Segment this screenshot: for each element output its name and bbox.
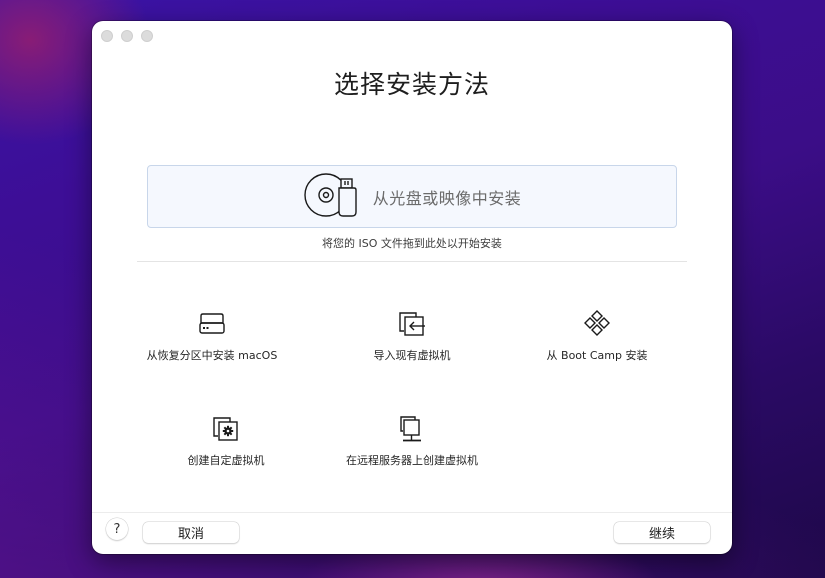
option-label: 创建自定虚拟机 (187, 454, 265, 467)
option-label: 从 Boot Camp 安装 (546, 349, 648, 362)
option-label: 在远程服务器上创建虚拟机 (346, 454, 478, 467)
drop-zone-label: 从光盘或映像中安装 (372, 188, 522, 208)
page-title: 选择安装方法 (333, 70, 490, 99)
bootcamp-icon (580, 307, 614, 341)
option-create-custom-vm[interactable]: 创建自定虚拟机 (126, 412, 326, 468)
option-install-from-recovery[interactable]: 从恢复分区中安装 macOS (112, 307, 312, 363)
install-method-window: 选择安装方法 从光盘或映像中安装 将您的 ISO 文件拖到此处以开始安装 从恢复… (92, 21, 732, 554)
disc-usb-icon (303, 170, 363, 224)
option-label: 导入现有虚拟机 (373, 349, 451, 362)
minimize-window-button[interactable] (121, 30, 133, 42)
import-icon (395, 307, 429, 341)
custom-vm-icon (209, 412, 243, 446)
option-import-existing-vm[interactable]: 导入现有虚拟机 (312, 307, 512, 363)
window-controls (101, 30, 153, 42)
cancel-button[interactable]: 取消 (143, 522, 239, 543)
help-button[interactable]: ? (106, 518, 128, 540)
install-from-disc-or-image-button[interactable]: 从光盘或映像中安装 (147, 165, 677, 228)
drive-icon (195, 307, 229, 341)
option-install-from-bootcamp[interactable]: 从 Boot Camp 安装 (497, 307, 697, 363)
drop-zone-hint: 将您的 ISO 文件拖到此处以开始安装 (322, 237, 502, 250)
zoom-window-button[interactable] (141, 30, 153, 42)
remote-server-icon (395, 412, 429, 446)
close-window-button[interactable] (101, 30, 113, 42)
option-create-vm-on-remote-server[interactable]: 在远程服务器上创建虚拟机 (312, 412, 512, 468)
footer-divider (92, 512, 732, 513)
section-divider (137, 261, 687, 262)
option-label: 从恢复分区中安装 macOS (146, 349, 278, 362)
continue-button[interactable]: 继续 (614, 522, 710, 543)
